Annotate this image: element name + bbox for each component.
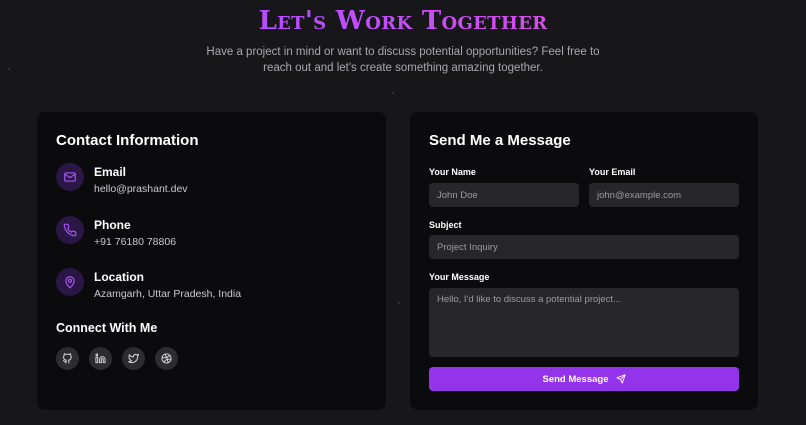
- background-dot: [392, 92, 394, 94]
- connect-title: Connect With Me: [56, 321, 158, 335]
- email-label: Your Email: [589, 167, 636, 177]
- email-input[interactable]: [589, 183, 739, 207]
- map-pin-icon: [56, 268, 84, 296]
- section-subtitle: Have a project in mind or want to discus…: [206, 46, 600, 74]
- background-dot: [8, 68, 10, 70]
- contact-item-label: Phone: [94, 218, 131, 232]
- github-icon[interactable]: [56, 347, 79, 370]
- subject-input[interactable]: [429, 235, 739, 259]
- twitter-icon[interactable]: [122, 347, 145, 370]
- message-form-title: Send Me a Message: [429, 132, 571, 149]
- message-form-card: Send Me a Message Your Name Your Email S…: [410, 112, 758, 410]
- send-message-label: Send Message: [542, 373, 609, 385]
- message-textarea[interactable]: [429, 288, 739, 357]
- section-heading: Let's Work Together: [0, 6, 806, 36]
- contact-item-label: Location: [94, 270, 144, 284]
- contact-info-title: Contact Information: [56, 132, 199, 149]
- subject-label: Subject: [429, 220, 462, 230]
- send-icon: [615, 374, 626, 384]
- contact-item-label: Email: [94, 165, 127, 179]
- message-label: Your Message: [429, 272, 490, 282]
- contact-item-value[interactable]: hello@prashant.dev: [94, 183, 188, 195]
- send-message-button[interactable]: Send Message: [429, 367, 739, 391]
- dribbble-icon[interactable]: [155, 347, 178, 370]
- contact-info-card: Contact Information Email hello@prashant…: [37, 112, 386, 410]
- background-dot: [398, 302, 400, 304]
- name-label: Your Name: [429, 167, 476, 177]
- contact-item-value[interactable]: +91 76180 78806: [94, 236, 176, 248]
- contact-section: Let's Work Together Have a project in mi…: [0, 0, 806, 425]
- mail-icon: [56, 163, 84, 191]
- contact-item-value: Azamgarh, Uttar Pradesh, India: [94, 288, 242, 300]
- linkedin-icon[interactable]: [89, 347, 112, 370]
- phone-icon: [56, 216, 84, 244]
- social-links: [56, 347, 178, 370]
- name-input[interactable]: [429, 183, 579, 207]
